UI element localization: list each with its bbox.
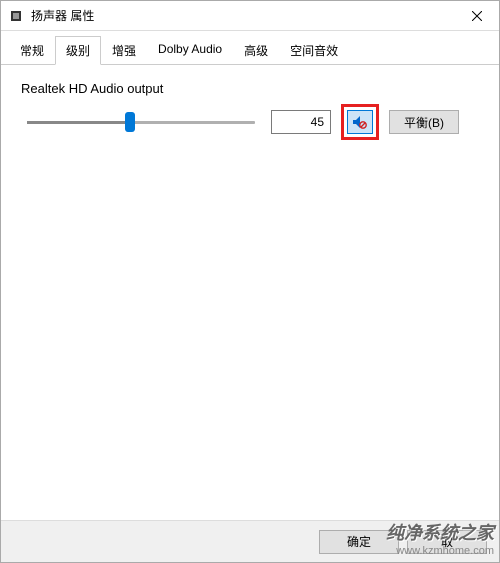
dialog-footer: 确定 取 xyxy=(1,520,499,562)
titlebar: 扬声器 属性 xyxy=(1,1,499,31)
tab-content: Realtek HD Audio output 平衡(B) xyxy=(1,65,499,520)
tab-spatial[interactable]: 空间音效 xyxy=(279,36,349,65)
slider-thumb[interactable] xyxy=(125,112,135,132)
tab-levels[interactable]: 级别 xyxy=(55,36,101,65)
speaker-icon xyxy=(9,8,25,24)
ok-button[interactable]: 确定 xyxy=(319,530,399,554)
close-button[interactable] xyxy=(454,1,499,30)
tab-dolby-audio[interactable]: Dolby Audio xyxy=(147,36,233,65)
highlight-box xyxy=(341,104,379,140)
dialog-window: 扬声器 属性 常规 级别 增强 Dolby Audio 高级 空间音效 Real… xyxy=(0,0,500,563)
speaker-muted-icon xyxy=(352,114,368,130)
tab-advanced[interactable]: 高级 xyxy=(233,36,279,65)
level-row: 平衡(B) xyxy=(21,104,479,140)
device-label: Realtek HD Audio output xyxy=(21,81,479,96)
slider-track xyxy=(27,121,255,124)
tab-enhancements[interactable]: 增强 xyxy=(101,36,147,65)
window-title: 扬声器 属性 xyxy=(31,7,454,24)
volume-value-input[interactable] xyxy=(271,110,331,134)
tab-strip: 常规 级别 增强 Dolby Audio 高级 空间音效 xyxy=(1,31,499,65)
balance-button[interactable]: 平衡(B) xyxy=(389,110,459,134)
slider-fill xyxy=(27,121,130,124)
mute-button[interactable] xyxy=(347,110,373,134)
cancel-button[interactable]: 取 xyxy=(407,530,487,554)
tab-general[interactable]: 常规 xyxy=(9,36,55,65)
volume-slider[interactable] xyxy=(21,109,261,135)
